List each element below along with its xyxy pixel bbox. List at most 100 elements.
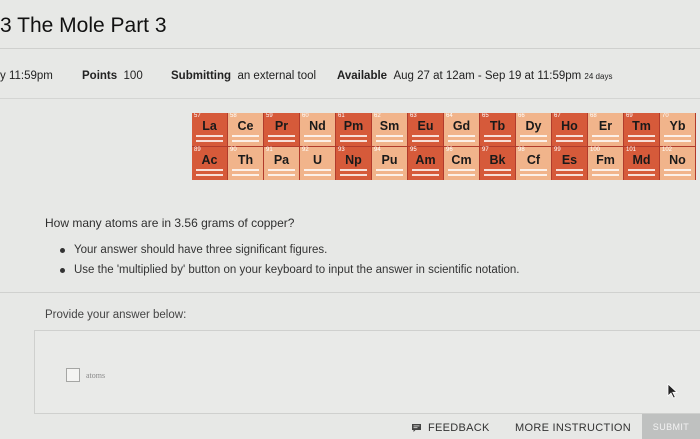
element-cell-tb: 65 Tb [480, 113, 515, 146]
atomic-mass-line [196, 135, 223, 137]
submitting-label: Submitting [171, 70, 232, 82]
answer-prompt: Provide your answer below: [45, 309, 187, 321]
element-symbol: Tm [632, 119, 651, 133]
element-symbol: Bk [489, 153, 506, 167]
atomic-mass-line [412, 169, 439, 171]
element-symbol: La [202, 119, 217, 133]
element-symbol: Sm [379, 119, 400, 133]
element-symbol: Ac [201, 153, 218, 167]
atomic-mass-line [664, 169, 691, 171]
atomic-mass-line [376, 135, 403, 137]
atomic-mass-line [304, 169, 331, 171]
element-name-line [304, 174, 331, 176]
element-name-line [556, 140, 583, 142]
element-name-line [556, 174, 583, 176]
element-name-line [268, 174, 295, 176]
atomic-mass-line [628, 135, 655, 137]
element-symbol: Am [415, 153, 436, 167]
element-name-line [592, 140, 619, 142]
element-name-line [268, 140, 295, 142]
assignment-meta: y 11:59pm Points 100 Submitting an exter… [0, 70, 700, 90]
header-divider [0, 48, 700, 49]
element-symbol: No [669, 153, 686, 167]
mouse-pointer-icon [667, 383, 679, 399]
due-date: y 11:59pm [0, 70, 53, 82]
element-symbol: Fm [596, 153, 615, 167]
element-cell-u: 92 U [300, 147, 335, 180]
element-cell-np: 93 Np [336, 147, 371, 180]
points-value: 100 [123, 70, 143, 82]
element-symbol: Dy [525, 119, 542, 133]
atomic-mass-line [520, 169, 547, 171]
element-cell-ce: 58 Ce [228, 113, 263, 146]
element-cell-ho: 67 Ho [552, 113, 587, 146]
element-name-line [412, 140, 439, 142]
element-symbol: Er [598, 119, 613, 133]
answer-unit: atoms [86, 371, 106, 380]
feedback-button[interactable]: FEEDBACK [428, 422, 490, 434]
submitting-info: Submitting an external tool [171, 70, 316, 82]
element-name-line [304, 140, 331, 142]
more-instruction-button[interactable]: MORE INSTRUCTION [515, 422, 631, 434]
element-cell-es: 99 Es [552, 147, 587, 180]
element-cell-gd: 64 Gd [444, 113, 479, 146]
instructions-list: Your answer should have three significan… [60, 243, 519, 283]
element-cell-fm: 100 Fm [588, 147, 623, 180]
available-label: Available [337, 70, 388, 82]
element-cell-la: 57 La [192, 113, 227, 146]
element-symbol: Ce [237, 119, 254, 133]
element-cell-er: 68 Er [588, 113, 623, 146]
atomic-mass-line [196, 169, 223, 171]
element-cell-tm: 69 Tm [624, 113, 659, 146]
atomic-mass-line [664, 135, 691, 137]
points-info: Points 100 [82, 70, 143, 82]
atomic-mass-line [628, 169, 655, 171]
atomic-mass-line [268, 135, 295, 137]
element-cell-no: 102 No [660, 147, 695, 180]
element-cell-pr: 59 Pr [264, 113, 299, 146]
element-name-line [448, 174, 475, 176]
answer-input[interactable] [66, 368, 80, 382]
submitting-value: an external tool [237, 70, 317, 82]
element-name-line [340, 140, 367, 142]
atomic-mass-line [268, 169, 295, 171]
element-name-line [664, 140, 691, 142]
element-name-line [592, 174, 619, 176]
atomic-mass-line [484, 169, 511, 171]
element-name-line [664, 174, 691, 176]
element-cell-dy: 66 Dy [516, 113, 551, 146]
element-symbol: Tb [489, 119, 506, 133]
element-name-line [628, 140, 655, 142]
atomic-mass-line [592, 169, 619, 171]
atomic-mass-line [484, 135, 511, 137]
element-cell-yb: 70 Yb [660, 113, 695, 146]
element-symbol: Pr [274, 119, 289, 133]
element-name-line [196, 140, 223, 142]
element-name-line [484, 174, 511, 176]
element-name-line [448, 140, 475, 142]
element-cell-th: 90 Th [228, 147, 263, 180]
element-symbol: Np [345, 153, 362, 167]
element-cell-pm: 61 Pm [336, 113, 371, 146]
element-cell-cf: 98 Cf [516, 147, 551, 180]
element-cell-pu: 94 Pu [372, 147, 407, 180]
available-duration: 24 days [584, 72, 613, 81]
element-name-line [520, 140, 547, 142]
element-symbol: Pm [343, 119, 364, 133]
element-symbol: Gd [452, 119, 471, 133]
atomic-mass-line [340, 169, 367, 171]
element-symbol: Es [561, 153, 578, 167]
element-symbol: Pa [273, 153, 290, 167]
element-name-line [520, 174, 547, 176]
element-symbol: U [312, 153, 323, 167]
element-name-line [376, 140, 403, 142]
element-name-line [196, 174, 223, 176]
atomic-mass-line [448, 169, 475, 171]
submit-button[interactable]: SUBMIT [642, 414, 700, 439]
element-name-line [484, 140, 511, 142]
element-cell-cm: 96 Cm [444, 147, 479, 180]
atomic-mass-line [376, 169, 403, 171]
question-divider [0, 292, 700, 293]
element-symbol: Cm [451, 153, 472, 167]
element-cell-nd: 60 Nd [300, 113, 335, 146]
